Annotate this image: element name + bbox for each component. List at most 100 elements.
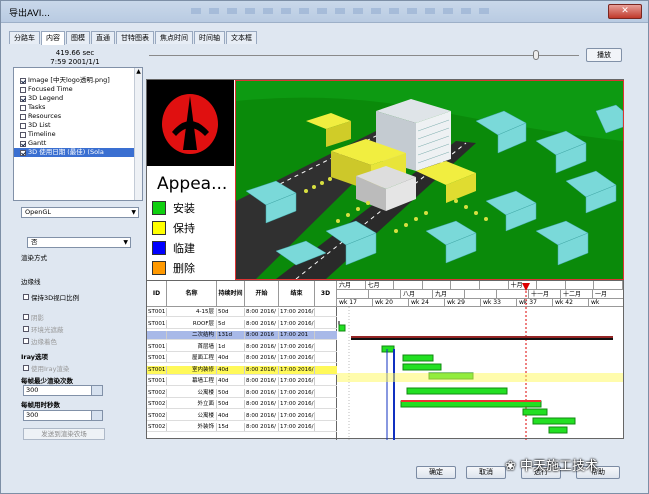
- layer-item[interactable]: 3D List: [14, 121, 142, 130]
- tab-gantt[interactable]: 甘特图表: [116, 31, 154, 44]
- cell-id: ST001: [148, 365, 167, 374]
- close-icon: ✕: [621, 6, 629, 16]
- table-row[interactable]: ST001 屋面工程 40d 8:00 2016/17:00 2016/: [147, 354, 337, 363]
- cell-end: 17:00 2016/: [280, 411, 315, 420]
- layer-item[interactable]: Timeline: [14, 130, 142, 139]
- table-row[interactable]: ST001 ROOF层 5d 8:00 2016/17:00 2016/: [147, 319, 337, 329]
- cell-name: 公寓楼: [167, 411, 217, 420]
- legend-swatch: [152, 261, 166, 275]
- layer-checkbox[interactable]: [20, 131, 26, 138]
- time-slider-track[interactable]: [149, 55, 579, 56]
- layer-checkbox[interactable]: [20, 86, 26, 93]
- tab-content[interactable]: 内容: [41, 31, 65, 45]
- tab-2[interactable]: 图模: [66, 31, 90, 44]
- legend-swatch: [152, 241, 166, 255]
- tab-strip: 分路车 内容 图模 直通 甘特图表 焦点时间 时间轴 文本框: [9, 31, 258, 45]
- send-render-farm-button[interactable]: 发送到渲染农场: [23, 428, 105, 440]
- cell-name: 二次结构: [167, 331, 217, 339]
- legend-title: Appea...: [157, 174, 228, 194]
- tab-timeline[interactable]: 时间轴: [194, 31, 225, 44]
- cell-end: 17:00 2016/: [280, 388, 315, 397]
- gantt-chart[interactable]: ID 名称 持续时间 开始 结束 3D ST001 4-15层 50d 8:00 20…: [147, 280, 624, 440]
- layer-checkbox[interactable]: [20, 122, 26, 129]
- iray-label: 使用Iray渲染: [31, 365, 70, 373]
- table-row[interactable]: ST002 外立面 50d 8:00 2016/17:00 2016/: [147, 400, 337, 409]
- layer-checkbox[interactable]: [20, 140, 26, 147]
- layer-item[interactable]: Gantt: [14, 139, 142, 148]
- iray-checkbox[interactable]: 使用Iray渲染: [23, 363, 69, 373]
- cell-dur: 131d: [217, 331, 245, 339]
- table-row[interactable]: ST001 幕墙工程 40d 8:00 2016/17:00 2016/: [147, 377, 337, 386]
- cell-start: 8:00 2016/: [245, 319, 279, 328]
- cell-id: ST001: [148, 308, 167, 316]
- keep-aspect-label: 保持3D视口比例: [31, 294, 80, 302]
- layer-scrollbar[interactable]: ▲: [134, 68, 142, 200]
- layer-list[interactable]: Image [中天logo透明.png] Focused Time 3D Legen…: [13, 67, 143, 201]
- gantt-bar: [532, 417, 576, 425]
- layer-label: 3D List: [28, 121, 51, 129]
- table-row[interactable]: ST001 室内装修 40d 8:00 2016/17:00 2016/: [147, 365, 337, 375]
- tab-3[interactable]: 直通: [91, 31, 115, 44]
- cell-id: ST002: [148, 400, 167, 408]
- layer-item[interactable]: Tasks: [14, 103, 142, 112]
- gantt-bar: [406, 387, 508, 395]
- layer-checkbox[interactable]: [20, 149, 26, 156]
- tab-textbox[interactable]: 文本框: [226, 31, 257, 44]
- 3d-scene-view[interactable]: [235, 80, 624, 280]
- shadow-checkbox[interactable]: 阴影: [23, 312, 44, 322]
- legend-item: 删除: [152, 260, 195, 276]
- cell-end: 17:00 2016/: [280, 400, 315, 408]
- checkbox-box: [23, 314, 29, 320]
- layer-checkbox[interactable]: [20, 113, 26, 120]
- tab-0[interactable]: 分路车: [9, 31, 40, 44]
- table-row[interactable]: 二次结构 131d 8:00 2016 17:00 201: [147, 331, 337, 340]
- keep-aspect-checkbox[interactable]: 保持3D视口比例: [23, 292, 79, 302]
- cell-end: 17:00 201: [279, 331, 315, 339]
- edge-color-checkbox[interactable]: 边缘着色: [23, 336, 57, 346]
- layer-item[interactable]: Image [中天logo透明.png]: [14, 76, 142, 85]
- gantt-bar: [522, 408, 548, 416]
- layer-item[interactable]: 3D 使用日期 (最佳) (Sola: [14, 148, 142, 157]
- table-row[interactable]: ST002 公寓楼 50d 8:00 2016/17:00 2016/: [147, 388, 337, 398]
- layer-label: Timeline: [28, 130, 56, 138]
- cell-start: 8:00 2016/: [245, 308, 279, 316]
- gantt-table: ID 名称 持续时间 开始 结束 3D ST001 4-15层 50d 8:00 20…: [147, 281, 337, 440]
- cell-start: 8:00 2016/: [245, 388, 279, 397]
- table-row[interactable]: ST001 首层墙 1d 8:00 2016/17:00 2016/: [147, 342, 337, 352]
- title-toolbar-blur: [191, 8, 491, 14]
- layer-item[interactable]: Resources: [14, 112, 142, 121]
- layer-checkbox[interactable]: [20, 95, 26, 102]
- layer-item[interactable]: 3D Legend: [14, 94, 142, 103]
- scroll-up-icon[interactable]: ▲: [135, 68, 142, 76]
- close-button[interactable]: ✕: [608, 4, 642, 19]
- cell-start: 8:00 2016: [245, 331, 279, 339]
- legend: Appea... 安装 保持 临建 删除: [147, 170, 234, 278]
- render-mode-select[interactable]: 否 ▼: [27, 237, 131, 248]
- layer-item[interactable]: Focused Time: [14, 85, 142, 94]
- cancel-button[interactable]: 取消: [466, 466, 506, 479]
- table-row[interactable]: ST002 公寓楼 40d 8:00 2016/17:00 2016/: [147, 411, 337, 421]
- ok-button[interactable]: 确定: [416, 466, 456, 479]
- per-frame-stepper[interactable]: [91, 385, 103, 396]
- iray-section-title: Iray选项: [21, 353, 49, 361]
- render-mode-value: 否: [31, 238, 38, 246]
- ambient-checkbox[interactable]: 环境光遮蔽: [23, 324, 64, 334]
- legend-label: 删除: [173, 262, 195, 275]
- layer-items: Image [中天logo透明.png] Focused Time 3D Legen…: [14, 68, 142, 157]
- play-button[interactable]: 播放: [586, 48, 622, 62]
- table-row[interactable]: ST001 4-15层 50d 8:00 2016/17:00 2016/: [147, 308, 337, 317]
- cell-dur: 50d: [217, 308, 245, 316]
- renderer-select[interactable]: OpenGL ▼: [21, 207, 139, 218]
- time-slider-thumb[interactable]: [533, 50, 539, 60]
- gantt-bar: [402, 354, 434, 362]
- checkbox-box: [23, 294, 29, 300]
- layer-checkbox[interactable]: [20, 104, 26, 111]
- table-row[interactable]: ST002 外装饰 15d 8:00 2016/17:00 2016/: [147, 423, 337, 432]
- company-logo: [147, 80, 234, 166]
- layer-checkbox[interactable]: [20, 77, 26, 84]
- tab-focus-time[interactable]: 焦点时间: [155, 31, 193, 44]
- per-frame-sec-stepper[interactable]: [91, 410, 103, 421]
- cell-id: ST002: [148, 388, 167, 397]
- cell-start: 8:00 2016/: [245, 411, 279, 420]
- edge-color-label: 边缘着色: [31, 338, 57, 346]
